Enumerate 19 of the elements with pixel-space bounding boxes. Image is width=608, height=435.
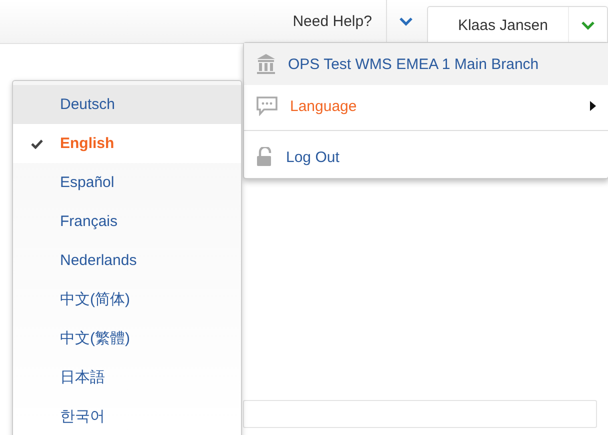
user-tab[interactable]: Klaas Jansen [426,6,608,43]
menu-item[interactable]: OPS Test WMS EMEA 1 Main Branch [244,43,608,85]
language-option[interactable]: 日本語 [13,358,241,397]
bank-icon [256,53,276,75]
language-option[interactable]: 中文(简体) [13,280,241,319]
language-option[interactable]: Nederlands [13,241,241,280]
menu-item[interactable]: Log Out [244,136,608,178]
submenu-arrow-icon [590,101,596,111]
language-option[interactable]: 中文(繁體) [13,319,241,358]
language-option[interactable]: 한국어 [13,397,241,435]
open-padlock-icon [256,147,274,167]
check-icon [30,138,42,148]
language-option[interactable]: Español [13,163,241,202]
chevron-down-icon [398,16,413,26]
language-option[interactable]: Deutsch [13,85,241,124]
text-field[interactable] [243,400,597,428]
language-option[interactable]: Français [13,202,241,241]
chevron-down-icon [581,20,595,30]
speech-bubble-icon [256,96,278,116]
